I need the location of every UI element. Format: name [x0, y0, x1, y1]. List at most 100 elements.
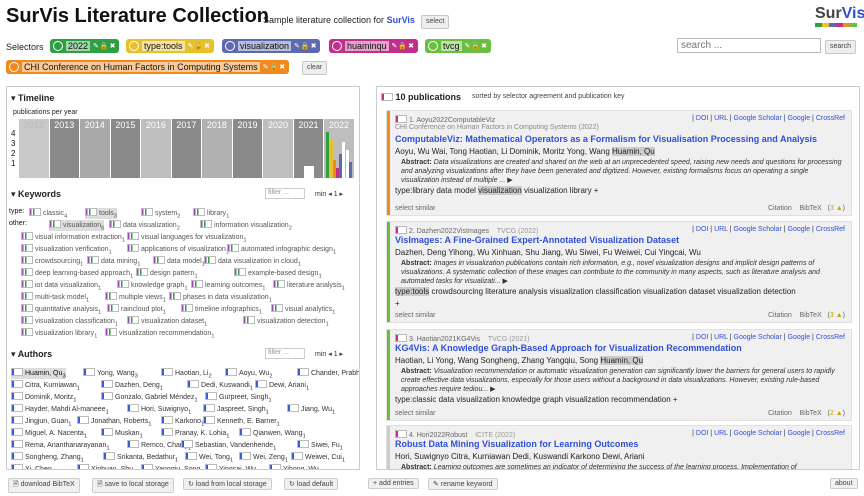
author-tag[interactable]: Wei, Tong1	[185, 452, 233, 463]
author-tag[interactable]: Miguel, A. Nacenta1	[11, 428, 87, 439]
entry-link-1[interactable]: URL	[714, 226, 728, 233]
select-similar-link[interactable]: select similar	[395, 312, 435, 319]
about-button[interactable]: about	[830, 478, 858, 489]
keyword-tag[interactable]: visual information extraction1	[21, 232, 125, 243]
keyword-tag[interactable]: example-based design1	[234, 268, 322, 279]
select-similar-link[interactable]: select similar	[395, 410, 435, 417]
citation-link[interactable]: Citation	[768, 312, 792, 319]
entry-author-highlight[interactable]: Huamin, Qu	[600, 356, 644, 365]
bibtex-link[interactable]: BibTeX	[800, 205, 822, 212]
keyword-tag[interactable]: visualization library1	[21, 328, 97, 339]
keywords-filter-input[interactable]: filter ...	[265, 188, 305, 199]
keyword-tag[interactable]: tools3	[85, 208, 118, 220]
keyword-tag[interactable]: multi-task model1	[21, 292, 89, 303]
keyword-tag[interactable]: data visualization in cloud1	[204, 256, 301, 267]
entry-link-1[interactable]: URL	[714, 430, 728, 437]
author-tag[interactable]: Gonzalo, Gabriel Méndez1	[101, 392, 198, 403]
author-tag[interactable]: Jonathan, Roberts1	[77, 416, 151, 427]
download-bibtex-button[interactable]: 🗎 download BibTeX	[8, 478, 80, 493]
keyword-tag[interactable]: phases in data visualization1	[169, 292, 272, 303]
search-input[interactable]	[677, 38, 821, 53]
selector-chip-type-tools[interactable]: type:tools ✎🔒✖	[126, 39, 214, 53]
keyword-tag[interactable]: multiple views1	[105, 292, 166, 303]
author-tag[interactable]: Siwei, Fu1	[297, 440, 343, 451]
bibtex-link[interactable]: BibTeX	[800, 312, 822, 319]
load-local-button[interactable]: ↻ load from local storage	[183, 478, 272, 490]
entry-link-4[interactable]: CrossRef	[816, 430, 845, 437]
selector-chip-chi[interactable]: CHI Conference on Human Factors in Compu…	[6, 60, 290, 74]
author-tag[interactable]: Yihong, Wu1	[269, 464, 322, 469]
selector-chip-visualization[interactable]: visualization ✎🔒✖	[222, 39, 321, 53]
entry-link-3[interactable]: Google	[788, 430, 811, 437]
keyword-tag[interactable]: data mining1	[87, 256, 140, 267]
search-button[interactable]: search	[825, 40, 857, 54]
entry-link-1[interactable]: URL	[714, 334, 728, 341]
author-tag[interactable]: Karkono1	[161, 416, 204, 427]
selector-toggle-icon[interactable]	[9, 62, 19, 72]
author-tag[interactable]: Weiwei, Cui1	[291, 452, 345, 463]
selector-toggle-icon[interactable]	[332, 41, 342, 51]
author-tag[interactable]: Yingcai, Wu1	[205, 464, 259, 469]
entry-title[interactable]: ComputableViz: Mathematical Operators as…	[395, 134, 817, 144]
keyword-tag[interactable]: classic4	[29, 208, 67, 219]
warning-count[interactable]: 2 ▲	[830, 410, 843, 417]
author-tag[interactable]: Hori, Suwignyo1	[127, 404, 191, 415]
keywords-heading[interactable]: ▾ Keywords	[11, 189, 61, 200]
entry-link-4[interactable]: CrossRef	[816, 334, 845, 341]
author-tag[interactable]: Dedi, Kuswandi1	[187, 380, 253, 391]
citation-link[interactable]: Citation	[768, 205, 792, 212]
timeline-chart[interactable]: 2012 2013 2014 2015 2016 2017 2018 2019 2020 2021…	[11, 119, 356, 178]
keyword-tag[interactable]: automated infographic design1	[227, 244, 336, 255]
authors-filter-input[interactable]: filter ...	[265, 348, 305, 359]
warning-count[interactable]: 3 ▲	[830, 205, 843, 212]
author-tag[interactable]: Chander, Prabha1	[297, 368, 359, 379]
author-tag[interactable]: Pranay, K. Lohia1	[161, 428, 230, 439]
publication-entry[interactable]: 3. Haotian2021KG4Vis TVCG (2021) | DOI | …	[386, 329, 852, 421]
keyword-tag[interactable]: information visualization2	[200, 220, 292, 231]
keyword-tag[interactable]: visualization6	[49, 220, 105, 232]
keyword-tag[interactable]: system2	[141, 208, 180, 219]
author-tag[interactable]: Aoyu, Wu2	[225, 368, 272, 379]
keyword-tag[interactable]: learning outcomes1	[191, 280, 265, 291]
select-similar-link[interactable]: select similar	[395, 205, 435, 212]
keyword-tag[interactable]: crowdsourcing1	[21, 256, 83, 267]
keyword-tag[interactable]: deep learning-based approach1	[21, 268, 133, 279]
keyword-tag[interactable]: applications of visualization1	[127, 244, 229, 255]
entry-link-2[interactable]: Google Scholar	[734, 226, 782, 233]
author-tag[interactable]: Wei, Zeng1	[239, 452, 288, 463]
author-tag[interactable]: Kenneth, E. Barner1	[203, 416, 280, 427]
keyword-tag[interactable]: iot data visualization1	[21, 280, 101, 291]
keyword-tag[interactable]: design pattern1	[136, 268, 198, 279]
author-tag[interactable]: Dazhen, Deng1	[101, 380, 163, 391]
keyword-tag[interactable]: visualization recommendation1	[105, 328, 214, 339]
authors-heading[interactable]: ▾ Authors	[11, 349, 52, 360]
keyword-tag[interactable]: literature analysis1	[273, 280, 345, 291]
author-tag[interactable]: Dominik, Moritz1	[11, 392, 76, 403]
keyword-tag[interactable]: visualization dataset1	[127, 316, 207, 327]
publication-entry[interactable]: 2. Dazhen2022VisImages TVCG (2022) | DOI …	[386, 221, 852, 323]
author-tag[interactable]: Qianwen, Wang1	[239, 428, 306, 439]
keyword-tag[interactable]: visualization classification1	[21, 316, 118, 327]
citation-link[interactable]: Citation	[768, 410, 792, 417]
selector-controls-icon[interactable]: ✎🔒✖	[465, 42, 488, 50]
entry-keyword-highlight[interactable]: type:tools	[395, 287, 430, 296]
keywords-min-control[interactable]: min ◂ 1 ▸	[315, 190, 343, 198]
author-tag[interactable]: Sebastian, Vandenhende1	[181, 440, 276, 451]
selector-chip-2022[interactable]: 2022 ✎🔒✖	[50, 39, 120, 53]
bibtex-link[interactable]: BibTeX	[800, 410, 822, 417]
publication-entry[interactable]: 4. Hori2022Robust ICITE (2022) | DOI | UR…	[386, 425, 852, 469]
clear-selectors-button[interactable]: clear	[302, 61, 328, 75]
selector-controls-icon[interactable]: ✎🔒✖	[263, 63, 286, 71]
author-tag[interactable]: Xinhuan, Shu1	[77, 464, 136, 469]
publications-panel[interactable]: 10 publications sorted by selector agree…	[376, 86, 860, 470]
author-tag[interactable]: Muskan1	[101, 428, 143, 439]
entry-link-0[interactable]: DOI	[696, 115, 708, 122]
load-default-button[interactable]: ↻ load default	[284, 478, 339, 490]
timeline-heading[interactable]: ▾ Timeline	[11, 93, 54, 104]
author-tag[interactable]: Citra, Kurniawan1	[11, 380, 80, 391]
author-tag[interactable]: Gurpreet, Singh1	[205, 392, 272, 403]
entry-keywords-more[interactable]: crowdsourcing literature analysis visual…	[431, 287, 795, 296]
selector-chip-huaminqu[interactable]: huaminqu ✎🔒✖	[329, 39, 418, 53]
entry-link-3[interactable]: Google	[788, 226, 811, 233]
author-tag[interactable]: Huamin, Qu3	[11, 368, 66, 380]
